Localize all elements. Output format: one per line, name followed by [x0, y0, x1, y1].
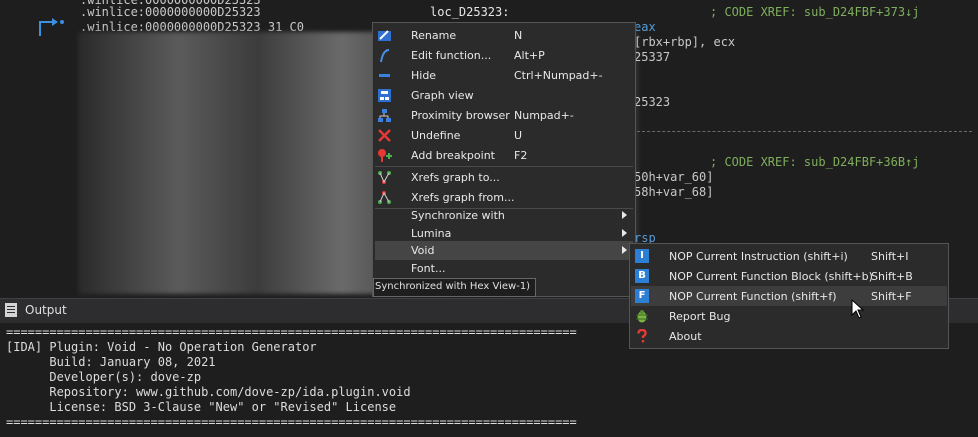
mouse-cursor-icon — [851, 299, 865, 319]
output-line: Build: January 08, 2021 — [6, 355, 216, 369]
function-separator — [632, 131, 972, 132]
output-line: [IDA] Plugin: Void - No Operation Genera… — [6, 340, 317, 354]
menu-item-label: Void — [411, 244, 435, 257]
menu-item-label: Synchronize with — [411, 209, 505, 222]
undefine-icon — [378, 129, 391, 142]
submenu-item-shortcut: Shift+I — [871, 250, 909, 263]
submenu-item-nop-function-block[interactable]: B NOP Current Function Block (shift+b) S… — [631, 266, 947, 286]
menu-item-proximity-browser[interactable]: Proximity browser Numpad+- — [375, 106, 633, 125]
submenu-item-shortcut: Shift+F — [871, 290, 912, 303]
menu-item-shortcut: Ctrl+Numpad+- — [514, 69, 603, 82]
sync-status-tooltip: Synchronized with Hex View-1) — [373, 278, 536, 297]
disasm-operand: 25323 — [634, 95, 671, 109]
submenu-item-label: NOP Current Function Block (shift+b) — [669, 270, 873, 283]
disasm-address[interactable]: .winlice:0000000000D25323 — [80, 5, 261, 19]
output-line: Developer(s): dove-zp — [6, 370, 202, 384]
menu-item-shortcut: F2 — [514, 149, 528, 162]
instruction-badge-icon: I — [635, 249, 649, 263]
menu-item-hide[interactable]: Hide Ctrl+Numpad+- — [375, 66, 633, 85]
menu-item-font[interactable]: Font... — [375, 259, 633, 278]
menu-item-shortcut: Numpad+- — [514, 109, 574, 122]
graph-gutter — [0, 0, 78, 298]
breakpoint-icon — [378, 149, 392, 162]
disasm-operand: 50h+var_60] — [634, 170, 714, 184]
menu-separator — [375, 166, 633, 167]
menu-item-label: Hide — [411, 69, 437, 82]
submenu-item-label: About — [669, 330, 702, 343]
output-line: Repository: www.github.com/dove-zp/ida.p… — [6, 385, 411, 399]
edit-function-icon — [380, 49, 390, 63]
submenu-item-shortcut: Shift+B — [871, 270, 913, 283]
submenu-item-label: NOP Current Function (shift+f) — [669, 290, 837, 303]
function-badge-icon: F — [635, 289, 649, 303]
submenu-item-label: Report Bug — [669, 310, 731, 323]
xrefs-from-icon — [378, 191, 391, 204]
submenu-arrow-icon — [622, 246, 627, 254]
disasm-operand: eax — [634, 20, 656, 34]
rename-icon — [378, 30, 391, 41]
submenu-item-label: NOP Current Instruction (shift+i) — [669, 250, 848, 263]
menu-item-xrefs-graph-from[interactable]: Xrefs graph from... — [375, 188, 633, 207]
menu-item-rename[interactable]: Rename N — [375, 26, 633, 45]
submenu-item-nop-instruction[interactable]: I NOP Current Instruction (shift+i) Shif… — [631, 246, 947, 266]
proximity-icon — [378, 109, 391, 122]
output-title: Output — [25, 303, 67, 317]
menu-item-label: Graph view — [411, 89, 474, 102]
disasm-operand: 58h+var_68] — [634, 185, 714, 199]
menu-item-xrefs-graph-to[interactable]: Xrefs graph to... — [375, 168, 633, 187]
menu-item-label: Edit function... — [411, 49, 492, 62]
output-line: ========================================… — [6, 325, 577, 339]
graph-view-icon — [378, 89, 391, 102]
block-badge-icon: B — [635, 269, 649, 283]
menu-item-synchronize-with[interactable]: Synchronize with — [375, 206, 633, 225]
xref-comment[interactable]: ; CODE XREF: sub_D24FBF+373↓j — [710, 5, 920, 19]
output-window-icon — [5, 303, 17, 317]
disasm-label[interactable]: loc_D25323: — [430, 5, 509, 19]
menu-item-undefine[interactable]: Undefine U — [375, 126, 633, 145]
graph-arrow-icon — [39, 18, 64, 36]
void-submenu: I NOP Current Instruction (shift+i) Shif… — [629, 243, 949, 349]
menu-item-label: Xrefs graph from... — [411, 191, 515, 204]
disasm-operand: [rbx+rbp], ecx — [634, 35, 736, 49]
context-menu: Rename N Edit function... Alt+P Hide Ctr… — [372, 22, 636, 297]
menu-item-add-breakpoint[interactable]: Add breakpoint F2 — [375, 146, 633, 165]
submenu-item-report-bug[interactable]: Report Bug — [631, 306, 947, 326]
menu-item-shortcut: N — [514, 29, 523, 42]
menu-item-void[interactable]: Void — [375, 241, 633, 260]
menu-item-label: Xrefs graph to... — [411, 171, 500, 184]
menu-item-shortcut: Alt+P — [514, 49, 545, 62]
menu-item-graph-view[interactable]: Graph view — [375, 86, 633, 105]
menu-item-label: Add breakpoint — [411, 149, 495, 162]
menu-item-edit-function[interactable]: Edit function... Alt+P — [375, 46, 633, 65]
menu-item-shortcut: U — [514, 129, 523, 142]
submenu-arrow-icon — [622, 229, 627, 237]
menu-item-label: Rename — [411, 29, 457, 42]
output-line: License: BSD 3-Clause "New" or "Revised"… — [6, 400, 397, 414]
bug-icon — [636, 310, 648, 323]
hide-icon — [379, 74, 390, 77]
menu-item-label: Lumina — [411, 227, 452, 240]
submenu-item-about[interactable]: About — [631, 326, 947, 346]
disasm-operand: 25337 — [634, 50, 671, 64]
submenu-arrow-icon — [622, 211, 627, 219]
output-line: ========================================… — [6, 415, 577, 429]
menu-item-label: Proximity browser — [411, 109, 510, 122]
question-icon — [637, 329, 647, 343]
xrefs-to-icon — [378, 171, 391, 184]
menu-item-label: Font... — [411, 262, 446, 275]
menu-item-label: Undefine — [411, 129, 461, 142]
submenu-item-nop-function[interactable]: F NOP Current Function (shift+f) Shift+F — [631, 286, 947, 306]
xref-comment[interactable]: ; CODE XREF: sub_D24FBF+36B↑j — [710, 155, 920, 169]
